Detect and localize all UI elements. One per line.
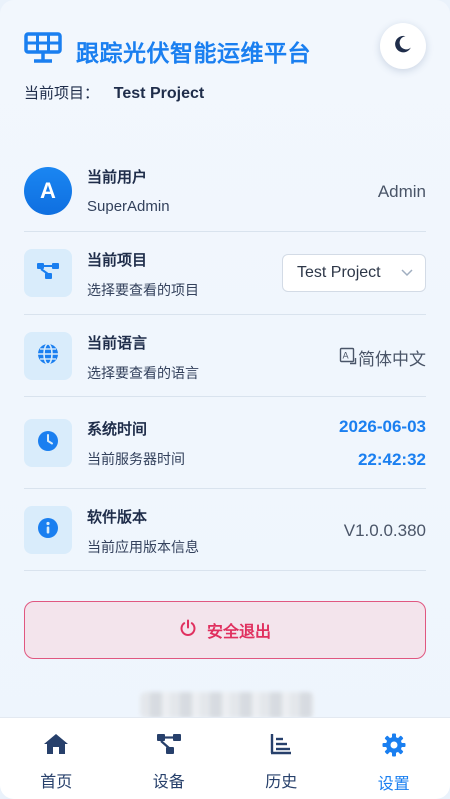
translate-icon: A — [339, 347, 357, 369]
settings-icon — [381, 732, 407, 762]
chevron-down-icon — [401, 265, 413, 280]
moon-icon — [393, 34, 413, 58]
nav-settings-label: 设置 — [377, 774, 410, 793]
language-title: 当前语言 — [87, 334, 148, 352]
project-select[interactable]: Test Project — [282, 254, 426, 292]
nav-home[interactable]: 首页 — [0, 718, 113, 799]
logout-button[interactable]: 安全退出 — [24, 601, 426, 659]
settings-page: 跟踪光伏智能运维平台 当前项目： Test Project A 当前用户 Sup… — [0, 0, 450, 799]
version-value: V1.0.0.380 — [343, 521, 426, 540]
app-title: 跟踪光伏智能运维平台 — [76, 41, 311, 67]
time-subtitle: 当前服务器时间 — [87, 452, 185, 468]
nav-device[interactable]: 设备 — [113, 718, 226, 799]
project-row: 当前项目 选择要查看的项目 Test Project — [24, 232, 426, 315]
user-role: SuperAdmin — [87, 198, 170, 215]
nav-home-label: 首页 — [40, 772, 73, 791]
clock-icon — [36, 429, 60, 457]
logout-label: 安全退出 — [206, 622, 271, 641]
user-row: A 当前用户 SuperAdmin Admin — [24, 150, 426, 232]
device-icon — [156, 732, 182, 760]
language-icon-box — [24, 332, 72, 380]
project-tree-icon — [36, 261, 60, 285]
version-subtitle: 当前应用版本信息 — [87, 540, 199, 556]
history-icon — [268, 732, 294, 760]
power-icon — [179, 619, 197, 641]
home-icon — [43, 732, 69, 760]
solar-panel-icon — [24, 32, 64, 64]
user-title: 当前用户 — [87, 168, 148, 186]
theme-toggle-button[interactable] — [380, 23, 426, 69]
version-row: 软件版本 当前应用版本信息 V1.0.0.380 — [24, 489, 426, 571]
nav-history[interactable]: 历史 — [225, 718, 338, 799]
time-title: 系统时间 — [87, 420, 148, 438]
bottom-nav: 首页 设备 历史 设置 — [0, 717, 450, 799]
time-row: 系统时间 当前服务器时间 2026-06-03 22:42:32 — [24, 397, 426, 489]
blurred-footer-text — [140, 692, 314, 718]
time-icon-box — [24, 419, 72, 467]
language-row: 当前语言 选择要查看的语言 A 简体中文 — [24, 315, 426, 397]
nav-settings[interactable]: 设置 — [338, 718, 450, 799]
language-subtitle: 选择要查看的语言 — [87, 366, 199, 382]
nav-device-label: 设备 — [152, 772, 185, 791]
project-subtitle: 选择要查看的项目 — [87, 283, 199, 299]
svg-text:A: A — [343, 351, 350, 361]
project-select-value: Test Project — [297, 264, 381, 281]
header: 跟踪光伏智能运维平台 — [24, 23, 426, 70]
current-project-line: 当前项目： Test Project — [24, 82, 204, 103]
current-project-label: 当前项目： — [24, 84, 100, 102]
nav-history-label: 历史 — [265, 772, 298, 791]
version-icon-box — [24, 506, 72, 554]
project-icon-box — [24, 249, 72, 297]
language-switch[interactable]: A 简体中文 — [339, 345, 426, 370]
server-date: 2026-06-03 — [339, 417, 426, 436]
current-project-value: Test Project — [113, 85, 205, 102]
info-icon — [36, 516, 60, 544]
version-title: 软件版本 — [87, 508, 148, 526]
language-value: 简体中文 — [358, 350, 426, 370]
user-name: Admin — [377, 182, 426, 201]
globe-icon — [36, 342, 60, 370]
project-title: 当前项目 — [87, 251, 148, 269]
avatar: A — [24, 167, 72, 215]
server-clock: 22:42:32 — [357, 450, 426, 469]
